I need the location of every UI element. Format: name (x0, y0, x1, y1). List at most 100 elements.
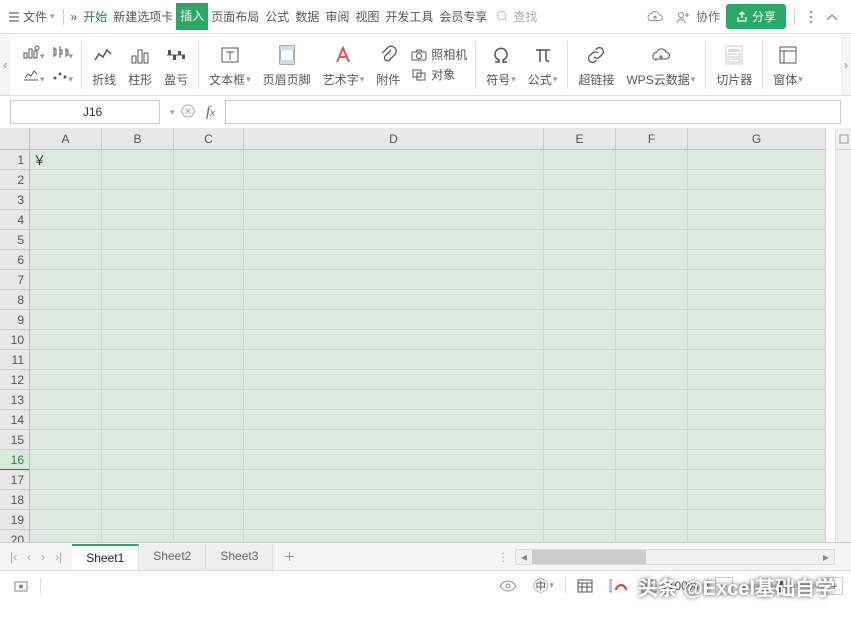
record-macro-icon[interactable] (8, 576, 34, 596)
cell-A17[interactable] (30, 470, 102, 490)
slicer-button[interactable]: 切片器 (710, 41, 758, 88)
cell-C7[interactable] (174, 270, 244, 290)
cell-F13[interactable] (616, 390, 688, 410)
cell-C14[interactable] (174, 410, 244, 430)
cell-G17[interactable] (688, 470, 826, 490)
cell-C11[interactable] (174, 350, 244, 370)
tab-next[interactable]: › (37, 548, 49, 566)
cell-C16[interactable] (174, 450, 244, 470)
cell-F12[interactable] (616, 370, 688, 390)
cell-A4[interactable] (30, 210, 102, 230)
row-header-8[interactable]: 8 (0, 290, 29, 310)
cell-C2[interactable] (174, 170, 244, 190)
tab-页面布局[interactable]: 页面布局 (208, 3, 262, 30)
cloud-sync-button[interactable] (640, 7, 670, 27)
hamburger-menu[interactable]: 文件 ▾ (4, 5, 59, 28)
chinese-icon[interactable]: ㊥▾ (528, 572, 559, 599)
cell-F9[interactable] (616, 310, 688, 330)
cell-G1[interactable] (688, 150, 826, 170)
cell-B18[interactable] (102, 490, 174, 510)
cell-F3[interactable] (616, 190, 688, 210)
cell-C15[interactable] (174, 430, 244, 450)
cell-G13[interactable] (688, 390, 826, 410)
cell-D2[interactable] (244, 170, 544, 190)
cell-E4[interactable] (544, 210, 616, 230)
view-pagebreak[interactable] (636, 576, 662, 596)
cell-A19[interactable] (30, 510, 102, 530)
horizontal-scrollbar[interactable]: ◂ ▸ (515, 549, 835, 565)
row-header-20[interactable]: 20 (0, 530, 29, 542)
window-button[interactable]: 窗体▾ (767, 41, 809, 88)
omega-button[interactable]: 符号▾ (480, 41, 522, 88)
cell-D16[interactable] (244, 450, 544, 470)
cell-E17[interactable] (544, 470, 616, 490)
add-sheet-button[interactable]: ＋ (273, 544, 305, 569)
cell-A16[interactable] (30, 450, 102, 470)
vertical-scrollbar[interactable] (835, 128, 851, 542)
pivot-chart-icon[interactable]: ▾ (22, 45, 45, 62)
cell-F11[interactable] (616, 350, 688, 370)
row-header-6[interactable]: 6 (0, 250, 29, 270)
cell-F14[interactable] (616, 410, 688, 430)
cell-C19[interactable] (174, 510, 244, 530)
coop-button[interactable]: 协作 (670, 5, 726, 28)
cell-E19[interactable] (544, 510, 616, 530)
cell-C3[interactable] (174, 190, 244, 210)
cell-C20[interactable] (174, 530, 244, 542)
cell-B4[interactable] (102, 210, 174, 230)
cell-F7[interactable] (616, 270, 688, 290)
cell-A11[interactable] (30, 350, 102, 370)
cell-G8[interactable] (688, 290, 826, 310)
cell-A7[interactable] (30, 270, 102, 290)
cell-B7[interactable] (102, 270, 174, 290)
tab-prev[interactable]: ‹ (23, 548, 35, 566)
cell-A1[interactable]: ￥ (30, 150, 102, 170)
select-all-corner[interactable] (0, 128, 30, 150)
cell-G3[interactable] (688, 190, 826, 210)
cell-A3[interactable] (30, 190, 102, 210)
cell-B13[interactable] (102, 390, 174, 410)
cell-G19[interactable] (688, 510, 826, 530)
cell-D15[interactable] (244, 430, 544, 450)
cell-F1[interactable] (616, 150, 688, 170)
cell-G11[interactable] (688, 350, 826, 370)
cell-D10[interactable] (244, 330, 544, 350)
cell-D7[interactable] (244, 270, 544, 290)
cell-C9[interactable] (174, 310, 244, 330)
cell-A9[interactable] (30, 310, 102, 330)
cell-B3[interactable] (102, 190, 174, 210)
share-button[interactable]: 分享 (726, 4, 786, 29)
collapse-ribbon[interactable] (819, 9, 845, 25)
cell-C18[interactable] (174, 490, 244, 510)
scroll-right[interactable]: ▸ (818, 550, 834, 564)
cell-C8[interactable] (174, 290, 244, 310)
cell-D6[interactable] (244, 250, 544, 270)
fx-icon[interactable]: fx (206, 104, 215, 121)
row-header-18[interactable]: 18 (0, 490, 29, 510)
cell-A8[interactable] (30, 290, 102, 310)
cell-F16[interactable] (616, 450, 688, 470)
view-pagelayout[interactable] (604, 576, 630, 596)
winloss-button[interactable]: 盈亏 (158, 41, 194, 88)
cell-E5[interactable] (544, 230, 616, 250)
cell-A13[interactable] (30, 390, 102, 410)
cell-F2[interactable] (616, 170, 688, 190)
cell-E16[interactable] (544, 450, 616, 470)
cell-G14[interactable] (688, 410, 826, 430)
camera-button[interactable]: 照相机 (410, 46, 467, 63)
cell-E11[interactable] (544, 350, 616, 370)
cell-E15[interactable] (544, 430, 616, 450)
cell-E14[interactable] (544, 410, 616, 430)
row-header-13[interactable]: 13 (0, 390, 29, 410)
cell-D8[interactable] (244, 290, 544, 310)
bar-button[interactable]: 柱形 (122, 41, 158, 88)
ribbon-scroll-left[interactable]: ‹ (0, 35, 10, 95)
row-header-3[interactable]: 3 (0, 190, 29, 210)
col-header-B[interactable]: B (102, 128, 174, 149)
cell-B9[interactable] (102, 310, 174, 330)
candlestick-icon[interactable]: ▾ (51, 45, 74, 62)
attach-button[interactable]: 附件 (370, 41, 406, 88)
cell-B1[interactable] (102, 150, 174, 170)
cell-B5[interactable] (102, 230, 174, 250)
tab-审阅[interactable]: 审阅 (322, 3, 352, 30)
